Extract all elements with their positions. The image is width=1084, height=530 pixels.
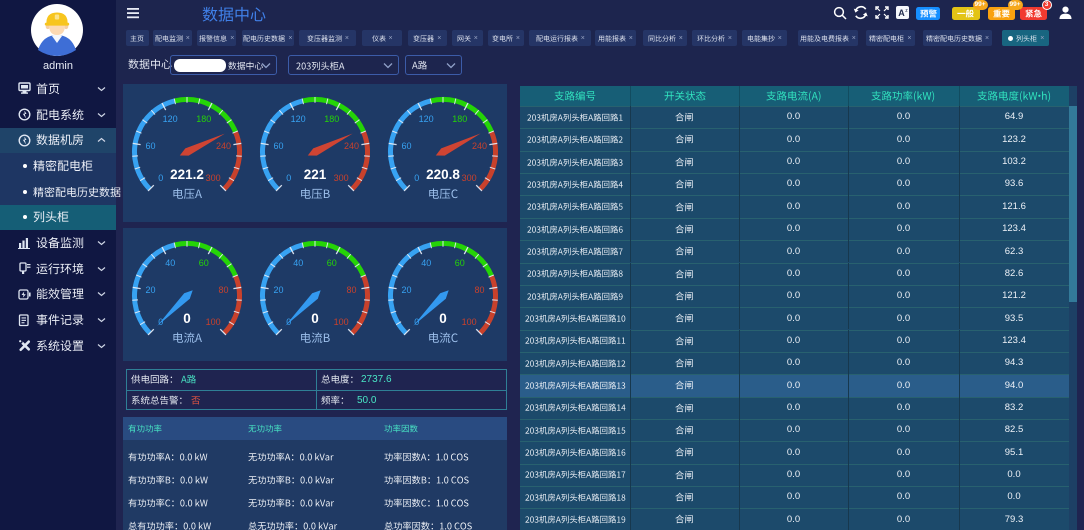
svg-text:300: 300 bbox=[334, 173, 349, 183]
svg-text:60: 60 bbox=[455, 258, 465, 268]
svg-text:120: 120 bbox=[163, 114, 178, 124]
svg-text:80: 80 bbox=[218, 285, 228, 295]
svg-text:221: 221 bbox=[304, 167, 327, 182]
svg-text:100: 100 bbox=[334, 317, 349, 327]
svg-text:180: 180 bbox=[452, 114, 467, 124]
svg-text:60: 60 bbox=[145, 141, 155, 151]
svg-text:0: 0 bbox=[183, 311, 191, 326]
svg-text:240: 240 bbox=[216, 141, 231, 151]
svg-text:40: 40 bbox=[165, 258, 175, 268]
svg-text:80: 80 bbox=[346, 285, 356, 295]
svg-text:80: 80 bbox=[474, 285, 484, 295]
svg-text:60: 60 bbox=[327, 258, 337, 268]
svg-text:0: 0 bbox=[439, 311, 447, 326]
svg-text:220.8: 220.8 bbox=[426, 167, 460, 182]
svg-text:40: 40 bbox=[293, 258, 303, 268]
svg-text:0: 0 bbox=[311, 311, 319, 326]
svg-text:A: A bbox=[898, 8, 905, 18]
svg-text:180: 180 bbox=[196, 114, 211, 124]
svg-text:0: 0 bbox=[158, 173, 163, 183]
svg-text:60: 60 bbox=[401, 141, 411, 151]
svg-text:120: 120 bbox=[419, 114, 434, 124]
svg-text:100: 100 bbox=[462, 317, 477, 327]
svg-text:100: 100 bbox=[206, 317, 221, 327]
svg-text:0: 0 bbox=[286, 173, 291, 183]
svg-text:300: 300 bbox=[462, 173, 477, 183]
svg-text:120: 120 bbox=[291, 114, 306, 124]
svg-text:20: 20 bbox=[401, 285, 411, 295]
svg-text:180: 180 bbox=[324, 114, 339, 124]
svg-text:300: 300 bbox=[206, 173, 221, 183]
svg-text:40: 40 bbox=[421, 258, 431, 268]
svg-text:60: 60 bbox=[273, 141, 283, 151]
svg-text:0: 0 bbox=[414, 173, 419, 183]
svg-text:60: 60 bbox=[199, 258, 209, 268]
svg-text:20: 20 bbox=[273, 285, 283, 295]
svg-text:240: 240 bbox=[344, 141, 359, 151]
svg-text:240: 240 bbox=[472, 141, 487, 151]
svg-text:20: 20 bbox=[145, 285, 155, 295]
svg-text:221.2: 221.2 bbox=[170, 167, 204, 182]
